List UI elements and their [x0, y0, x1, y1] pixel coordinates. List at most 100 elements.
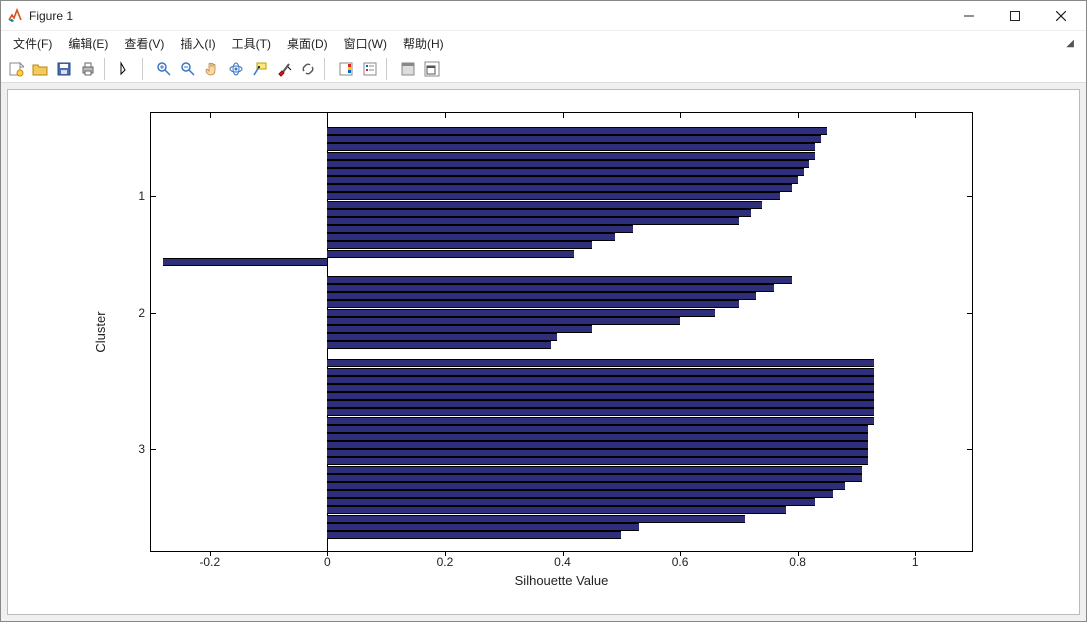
silhouette-bar — [327, 482, 844, 490]
silhouette-bar — [327, 425, 868, 433]
figure-window: Figure 1 文件(F) 编辑(E) 查看(V) 插入(I) 工具(T) 桌… — [0, 0, 1087, 622]
menu-help[interactable]: 帮助(H) — [395, 32, 452, 55]
x-tick-label: 1 — [912, 555, 919, 569]
silhouette-bar — [327, 506, 786, 514]
x-tick-label: 0.6 — [672, 555, 689, 569]
x-tick-label: -0.2 — [199, 555, 220, 569]
silhouette-bar — [327, 498, 815, 506]
silhouette-bar — [327, 135, 821, 143]
silhouette-bar — [163, 258, 328, 266]
silhouette-bar — [327, 515, 744, 523]
toolbar-separator — [104, 58, 110, 80]
x-tick-label: 0.4 — [554, 555, 571, 569]
data-cursor-icon[interactable] — [249, 58, 271, 80]
silhouette-bar — [327, 376, 874, 384]
silhouette-bar — [327, 466, 862, 474]
x-axis-label: Silhouette Value — [515, 573, 609, 588]
window-title: Figure 1 — [29, 9, 73, 23]
close-button[interactable] — [1038, 2, 1084, 30]
matlab-icon — [7, 8, 23, 24]
silhouette-bar — [327, 400, 874, 408]
toolbar-separator — [386, 58, 392, 80]
y-tick-label: 2 — [138, 306, 145, 320]
silhouette-bar — [327, 523, 639, 531]
silhouette-bar — [327, 168, 803, 176]
silhouette-bar — [327, 250, 574, 258]
silhouette-bar — [327, 433, 868, 441]
insert-legend-icon[interactable] — [359, 58, 381, 80]
pan-icon[interactable] — [201, 58, 223, 80]
brush-icon[interactable] — [273, 58, 295, 80]
y-axis-label: Cluster — [93, 311, 108, 352]
silhouette-bar — [327, 217, 739, 225]
y-tick-label: 3 — [138, 442, 145, 456]
silhouette-bar — [327, 127, 827, 135]
silhouette-bar — [327, 490, 833, 498]
zoom-in-icon[interactable] — [153, 58, 175, 80]
edit-plot-icon[interactable] — [115, 58, 137, 80]
silhouette-bar — [327, 300, 739, 308]
menu-desktop[interactable]: 桌面(D) — [279, 32, 336, 55]
silhouette-bar — [327, 417, 874, 425]
silhouette-bar — [327, 449, 868, 457]
silhouette-bar — [327, 241, 592, 249]
toolbar — [1, 55, 1086, 83]
silhouette-bar — [327, 309, 715, 317]
title-bar: Figure 1 — [1, 1, 1086, 31]
silhouette-bar — [327, 457, 868, 465]
silhouette-bar — [327, 209, 750, 217]
print-icon[interactable] — [77, 58, 99, 80]
menu-window[interactable]: 窗口(W) — [336, 32, 395, 55]
silhouette-bar — [327, 201, 762, 209]
menu-edit[interactable]: 编辑(E) — [60, 32, 116, 55]
silhouette-bar — [327, 284, 774, 292]
y-tick-label: 1 — [138, 189, 145, 203]
menu-view[interactable]: 查看(V) — [116, 32, 172, 55]
menu-insert[interactable]: 插入(I) — [172, 32, 223, 55]
x-tick-label: 0.8 — [789, 555, 806, 569]
silhouette-bar — [327, 143, 815, 151]
dock-icon[interactable] — [421, 58, 443, 80]
silhouette-bar — [327, 276, 791, 284]
silhouette-bar — [327, 441, 868, 449]
maximize-button[interactable] — [992, 2, 1038, 30]
link-icon[interactable] — [297, 58, 319, 80]
silhouette-bar — [327, 184, 791, 192]
menu-file[interactable]: 文件(F) — [5, 32, 60, 55]
silhouette-bar — [327, 408, 874, 416]
x-tick-label: 0.2 — [437, 555, 454, 569]
menu-bar: 文件(F) 编辑(E) 查看(V) 插入(I) 工具(T) 桌面(D) 窗口(W… — [1, 31, 1086, 55]
figure-content: Silhouette Value Cluster -0.2 0 0.2 0.4 0.6 0… — [1, 83, 1086, 621]
toolbar-separator — [324, 58, 330, 80]
silhouette-bar — [327, 531, 621, 539]
zoom-out-icon[interactable] — [177, 58, 199, 80]
silhouette-bar — [327, 341, 550, 349]
figure-panel: Silhouette Value Cluster -0.2 0 0.2 0.4 0.6 0… — [7, 89, 1080, 615]
rotate-3d-icon[interactable] — [225, 58, 247, 80]
minimize-button[interactable] — [946, 2, 992, 30]
silhouette-bar — [327, 152, 815, 160]
save-icon[interactable] — [53, 58, 75, 80]
toolbar-separator — [142, 58, 148, 80]
silhouette-bar — [327, 359, 874, 367]
silhouette-bar — [327, 392, 874, 400]
silhouette-bar — [327, 192, 780, 200]
open-icon[interactable] — [29, 58, 51, 80]
insert-colorbar-icon[interactable] — [335, 58, 357, 80]
axes[interactable]: Silhouette Value Cluster -0.200.20.40.60… — [150, 112, 973, 552]
toolbar-overflow-icon[interactable]: ◢ — [1058, 38, 1082, 49]
silhouette-bar — [327, 292, 756, 300]
silhouette-bar — [327, 384, 874, 392]
hide-tools-icon[interactable] — [397, 58, 419, 80]
new-figure-icon[interactable] — [5, 58, 27, 80]
x-tick-label: 0 — [324, 555, 331, 569]
silhouette-bar — [327, 325, 592, 333]
silhouette-bar — [327, 225, 633, 233]
silhouette-bar — [327, 176, 797, 184]
silhouette-bar — [327, 474, 862, 482]
menu-tools[interactable]: 工具(T) — [224, 32, 279, 55]
silhouette-bar — [327, 317, 680, 325]
silhouette-bar — [327, 233, 615, 241]
silhouette-bar — [327, 160, 809, 168]
silhouette-bar — [327, 333, 556, 341]
